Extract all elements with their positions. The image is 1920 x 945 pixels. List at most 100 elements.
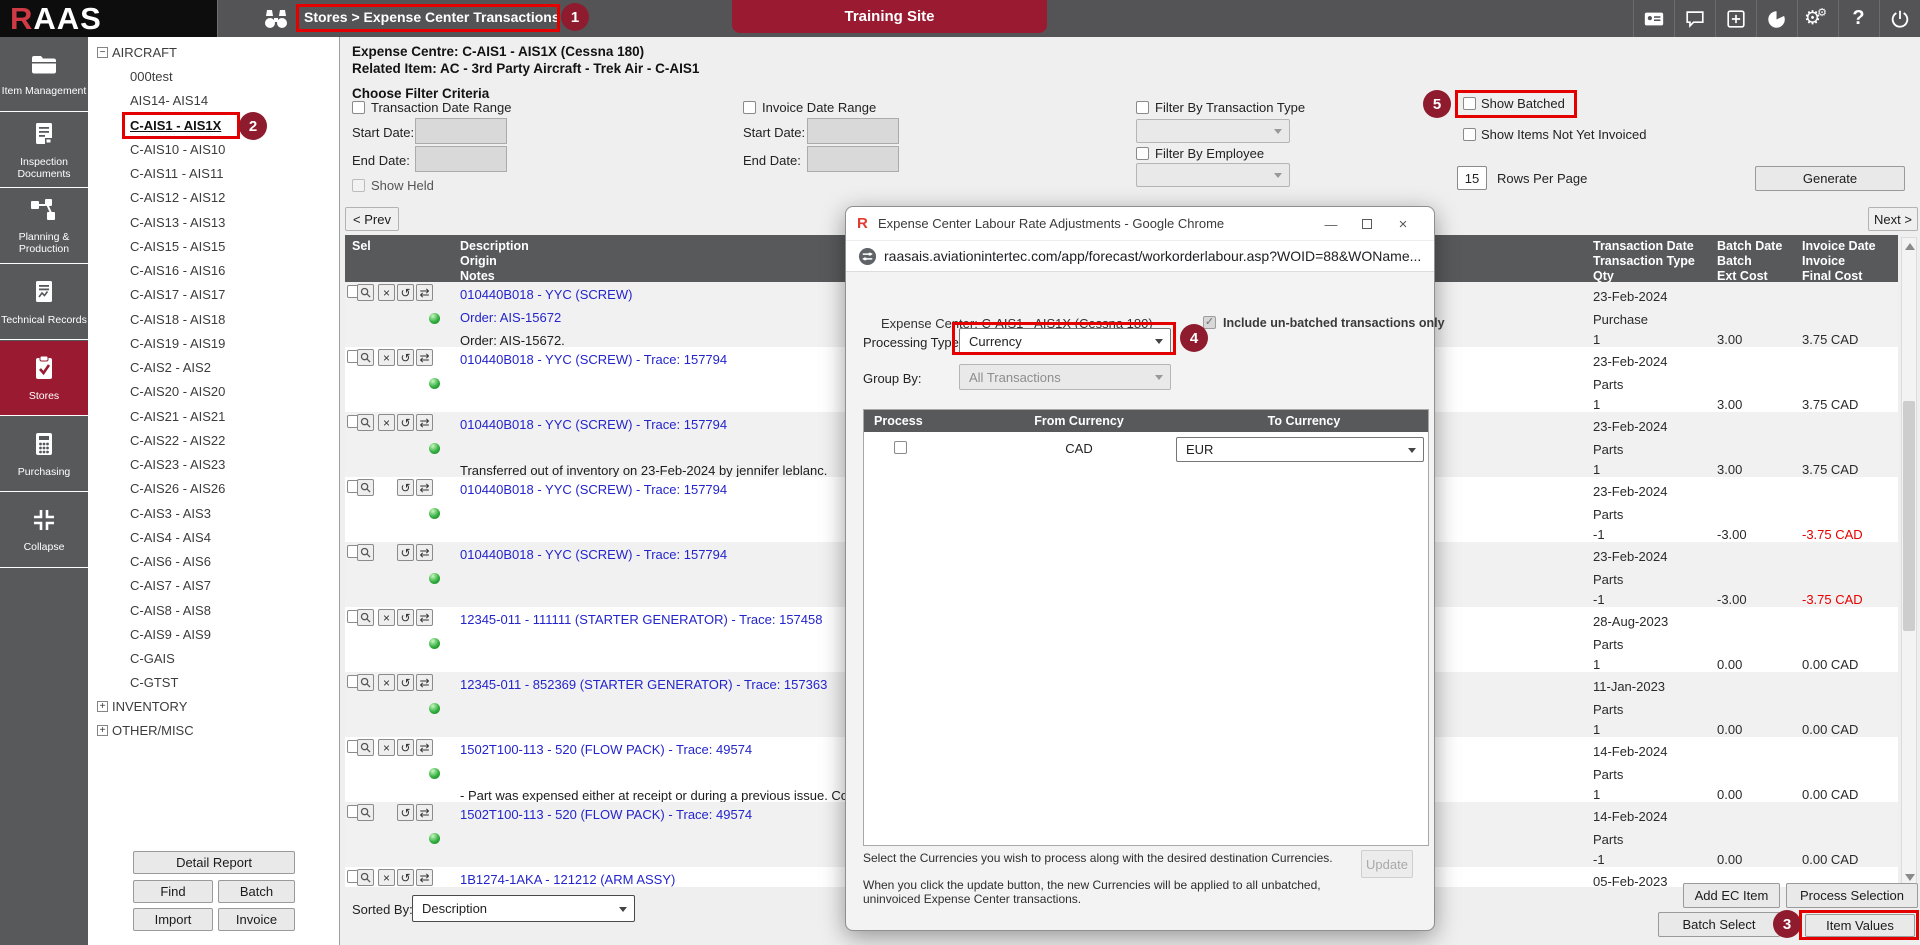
show-held-checkbox[interactable]	[352, 179, 365, 192]
tree-item[interactable]: C-AIS13 - AIS13	[130, 215, 225, 230]
tree-item[interactable]: C-AIS3 - AIS3	[130, 506, 211, 521]
next-page-button[interactable]: Next >	[1868, 207, 1918, 231]
tree-group-inventory[interactable]: INVENTORY	[112, 699, 187, 714]
row-description-link[interactable]: 12345-011 - 852369 (STARTER GENERATOR) -…	[460, 677, 827, 692]
zoom-row-icon[interactable]	[357, 804, 374, 821]
undo-row-icon[interactable]: ↺	[397, 609, 414, 626]
row-description-link[interactable]: 12345-011 - 111111 (STARTER GENERATOR) -…	[460, 612, 822, 627]
transfer-row-icon[interactable]: ⇄	[416, 609, 433, 626]
import-button[interactable]: Import	[133, 908, 213, 931]
row-origin-link[interactable]: Order: AIS-15672	[460, 310, 561, 325]
row-description-link[interactable]: 010440B018 - YYC (SCREW) - Trace: 157794	[460, 482, 727, 497]
employee-select[interactable]	[1136, 163, 1290, 187]
tree-item[interactable]: C-GAIS	[130, 651, 175, 666]
transfer-row-icon[interactable]: ⇄	[416, 414, 433, 431]
tree-expand-icon[interactable]	[97, 725, 108, 736]
transfer-row-icon[interactable]: ⇄	[416, 479, 433, 496]
batch-button[interactable]: Batch	[218, 880, 295, 903]
filter-transaction-type-checkbox[interactable]	[1136, 101, 1149, 114]
filter-employee-checkbox[interactable]	[1136, 147, 1149, 160]
update-button[interactable]: Update	[1361, 850, 1413, 878]
row-description-link[interactable]: 1502T100-113 - 520 (FLOW PACK) - Trace: …	[460, 807, 752, 822]
tree-item[interactable]: C-AIS22 - AIS22	[130, 433, 225, 448]
tree-item[interactable]: C-AIS23 - AIS23	[130, 457, 225, 472]
group-by-select[interactable]: All Transactions	[959, 364, 1171, 390]
power-icon[interactable]	[1888, 7, 1911, 30]
transfer-row-icon[interactable]: ⇄	[416, 674, 433, 691]
transfer-row-icon[interactable]: ⇄	[416, 349, 433, 366]
transaction-type-select[interactable]	[1136, 119, 1290, 143]
rows-per-page-input[interactable]: 15	[1457, 166, 1487, 190]
tree-item[interactable]: C-AIS15 - AIS15	[130, 239, 225, 254]
undo-row-icon[interactable]: ↺	[397, 804, 414, 821]
delete-row-icon[interactable]: ×	[378, 414, 395, 431]
undo-row-icon[interactable]: ↺	[397, 349, 414, 366]
zoom-row-icon[interactable]	[357, 349, 374, 366]
scrollbar-thumb[interactable]	[1903, 401, 1915, 631]
add-window-icon[interactable]	[1724, 7, 1747, 30]
popup-url[interactable]: raasais.aviationintertec.com/app/forecas…	[884, 248, 1421, 264]
tree-expand-icon[interactable]	[97, 701, 108, 712]
undo-row-icon[interactable]: ↺	[397, 674, 414, 691]
batch-select-button[interactable]: Batch Select	[1658, 912, 1780, 937]
tree-item[interactable]: AIS14- AIS14	[130, 93, 208, 108]
chat-icon[interactable]	[1683, 7, 1706, 30]
pie-chart-icon[interactable]	[1765, 7, 1788, 30]
popup-title-bar[interactable]: R Expense Center Labour Rate Adjustments…	[846, 207, 1434, 241]
process-selection-button[interactable]: Process Selection	[1786, 883, 1918, 908]
tree-item[interactable]: 000test	[130, 69, 173, 84]
maximize-icon[interactable]	[1354, 213, 1380, 235]
to-currency-select[interactable]: EUR	[1176, 437, 1424, 462]
tree-root-aircraft[interactable]: AIRCRAFT	[112, 45, 177, 60]
undo-row-icon[interactable]: ↺	[397, 869, 414, 886]
sidebar-item-technical-records[interactable]: Technical Records	[0, 265, 88, 340]
show-items-not-invoiced-checkbox[interactable]	[1463, 128, 1476, 141]
transaction-date-range-checkbox[interactable]	[352, 101, 365, 114]
sidebar-item-stores[interactable]: Stores	[0, 341, 88, 416]
transfer-row-icon[interactable]: ⇄	[416, 544, 433, 561]
tree-item[interactable]: C-AIS18 - AIS18	[130, 312, 225, 327]
row-description-link[interactable]: 010440B018 - YYC (SCREW)	[460, 287, 632, 302]
sidebar-item-item-management[interactable]: Item Management	[0, 37, 88, 112]
invoice-date-range-checkbox[interactable]	[743, 101, 756, 114]
find-button[interactable]: Find	[133, 880, 213, 903]
include-unbatched-checkbox[interactable]	[1203, 316, 1216, 329]
zoom-row-icon[interactable]	[357, 609, 374, 626]
delete-row-icon[interactable]: ×	[378, 349, 395, 366]
tree-item[interactable]: C-AIS20 - AIS20	[130, 384, 225, 399]
tree-item[interactable]: C-AIS8 - AIS8	[130, 603, 211, 618]
row-description-link[interactable]: 010440B018 - YYC (SCREW) - Trace: 157794	[460, 352, 727, 367]
undo-row-icon[interactable]: ↺	[397, 544, 414, 561]
sidebar-item-planning-production[interactable]: Planning & Production	[0, 189, 88, 264]
tree-item[interactable]: C-AIS6 - AIS6	[130, 554, 211, 569]
undo-row-icon[interactable]: ↺	[397, 479, 414, 496]
zoom-row-icon[interactable]	[357, 869, 374, 886]
sidebar-item-collapse[interactable]: Collapse	[0, 493, 88, 568]
undo-row-icon[interactable]: ↺	[397, 414, 414, 431]
popup-url-bar[interactable]: raasais.aviationintertec.com/app/forecas…	[846, 241, 1434, 272]
tree-item[interactable]: C-AIS9 - AIS9	[130, 627, 211, 642]
zoom-row-icon[interactable]	[357, 284, 374, 301]
tree-item-selected[interactable]: C-AIS1 - AIS1X	[130, 118, 221, 133]
scroll-down-icon[interactable]	[1905, 874, 1915, 881]
zoom-row-icon[interactable]	[357, 414, 374, 431]
prev-page-button[interactable]: < Prev	[345, 207, 399, 231]
process-currency-checkbox[interactable]	[894, 441, 907, 454]
delete-row-icon[interactable]: ×	[378, 674, 395, 691]
tree-item[interactable]: C-AIS26 - AIS26	[130, 481, 225, 496]
settings-gears-icon[interactable]: ⚙⚙	[1806, 7, 1829, 30]
generate-button[interactable]: Generate	[1755, 166, 1905, 191]
undo-row-icon[interactable]: ↺	[397, 284, 414, 301]
delete-row-icon[interactable]: ×	[378, 609, 395, 626]
tree-item[interactable]: C-AIS4 - AIS4	[130, 530, 211, 545]
delete-row-icon[interactable]: ×	[378, 739, 395, 756]
tree-item[interactable]: C-AIS19 - AIS19	[130, 336, 225, 351]
help-icon[interactable]: ?	[1847, 7, 1870, 30]
tree-collapse-icon[interactable]	[97, 47, 108, 58]
tree-item[interactable]: C-AIS11 - AIS11	[130, 166, 223, 181]
zoom-row-icon[interactable]	[357, 544, 374, 561]
sidebar-item-purchasing[interactable]: Purchasing	[0, 417, 88, 492]
close-icon[interactable]: ×	[1390, 213, 1416, 235]
sorted-by-select[interactable]: Description	[412, 895, 635, 922]
tree-item[interactable]: C-AIS7 - AIS7	[130, 578, 211, 593]
